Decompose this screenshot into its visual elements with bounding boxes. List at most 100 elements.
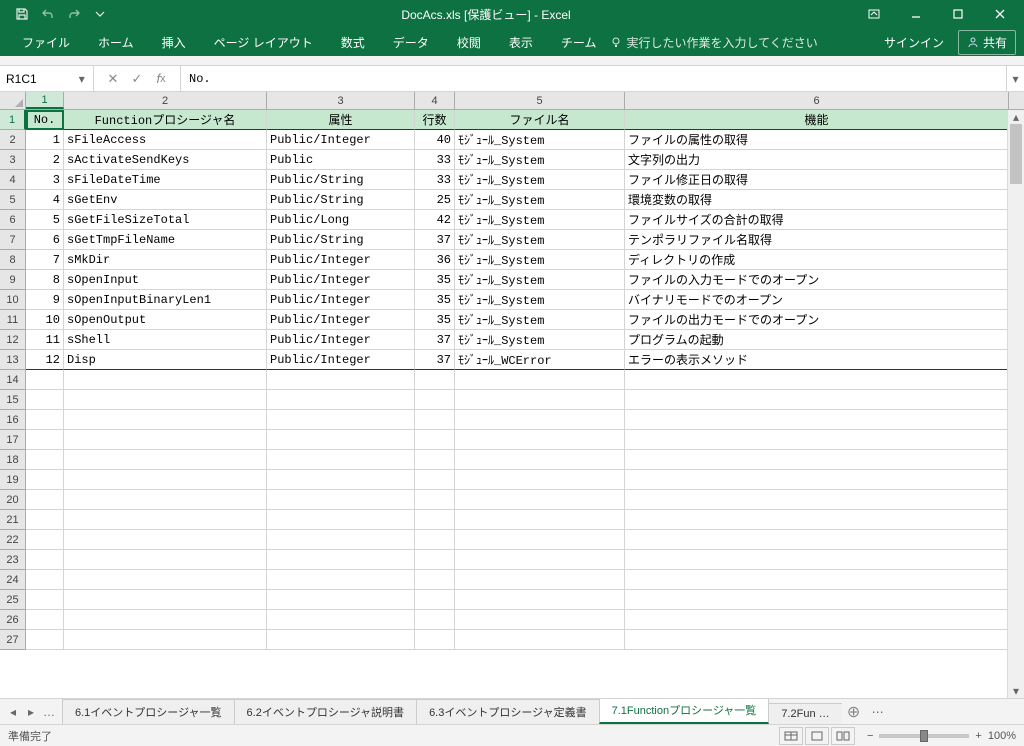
- row-header[interactable]: 7: [0, 230, 26, 250]
- cell[interactable]: [415, 550, 455, 570]
- cell[interactable]: ファイルの属性の取得: [625, 130, 1009, 150]
- cell[interactable]: 3: [26, 170, 64, 190]
- cell[interactable]: [64, 550, 267, 570]
- share-button[interactable]: 共有: [958, 30, 1016, 55]
- tab-nav-more-icon[interactable]: …: [42, 705, 56, 719]
- tab-file[interactable]: ファイル: [8, 28, 84, 56]
- cell[interactable]: [415, 370, 455, 390]
- row-header[interactable]: 21: [0, 510, 26, 530]
- formula-input[interactable]: [189, 72, 998, 86]
- cell[interactable]: [625, 390, 1009, 410]
- cell[interactable]: ファイルの出力モードでのオープン: [625, 310, 1009, 330]
- cell[interactable]: [415, 390, 455, 410]
- cell[interactable]: ﾓｼﾞｭｰﾙ_System: [455, 230, 625, 250]
- sign-in-link[interactable]: サインイン: [884, 34, 944, 51]
- cell[interactable]: [625, 490, 1009, 510]
- cell[interactable]: [267, 570, 415, 590]
- cell[interactable]: [26, 470, 64, 490]
- cell[interactable]: [64, 590, 267, 610]
- cell[interactable]: 42: [415, 210, 455, 230]
- cell[interactable]: [64, 470, 267, 490]
- cell[interactable]: [455, 530, 625, 550]
- cell[interactable]: No.: [26, 110, 64, 130]
- cell[interactable]: [267, 610, 415, 630]
- sheet-tab[interactable]: 6.2イベントプロシージャ説明書: [234, 699, 418, 724]
- cell[interactable]: 37: [415, 350, 455, 370]
- cell[interactable]: [26, 510, 64, 530]
- cell[interactable]: [26, 570, 64, 590]
- cell[interactable]: [455, 430, 625, 450]
- tab-menu-icon[interactable]: ⋯: [866, 699, 890, 724]
- row-header[interactable]: 8: [0, 250, 26, 270]
- scroll-down-icon[interactable]: ▾: [1008, 684, 1024, 698]
- cell[interactable]: [26, 450, 64, 470]
- cell[interactable]: 33: [415, 150, 455, 170]
- cell[interactable]: ファイルサイズの合計の取得: [625, 210, 1009, 230]
- tab-home[interactable]: ホーム: [84, 28, 148, 56]
- expand-formula-bar-icon[interactable]: ▾: [1006, 66, 1024, 91]
- cell[interactable]: [625, 590, 1009, 610]
- row-header[interactable]: 11: [0, 310, 26, 330]
- cell[interactable]: Public/Integer: [267, 270, 415, 290]
- vscroll-thumb[interactable]: [1010, 124, 1022, 184]
- cell[interactable]: Public/Integer: [267, 250, 415, 270]
- row-header[interactable]: 20: [0, 490, 26, 510]
- minimize-icon[interactable]: [896, 0, 936, 28]
- cell[interactable]: 35: [415, 270, 455, 290]
- cell[interactable]: 25: [415, 190, 455, 210]
- cell[interactable]: [26, 530, 64, 550]
- cell[interactable]: ﾓｼﾞｭｰﾙ_System: [455, 170, 625, 190]
- cell[interactable]: 4: [26, 190, 64, 210]
- select-all-corner[interactable]: [0, 92, 26, 109]
- redo-icon[interactable]: [64, 4, 84, 24]
- cell[interactable]: [64, 370, 267, 390]
- close-icon[interactable]: [980, 0, 1020, 28]
- row-header[interactable]: 22: [0, 530, 26, 550]
- cell[interactable]: [415, 610, 455, 630]
- cell[interactable]: [267, 530, 415, 550]
- cell[interactable]: [455, 610, 625, 630]
- cell[interactable]: sFileDateTime: [64, 170, 267, 190]
- cell[interactable]: バイナリモードでのオープン: [625, 290, 1009, 310]
- row-header[interactable]: 27: [0, 630, 26, 650]
- cell[interactable]: [415, 530, 455, 550]
- cell[interactable]: sGetEnv: [64, 190, 267, 210]
- row-header[interactable]: 13: [0, 350, 26, 370]
- cell[interactable]: [64, 490, 267, 510]
- cell[interactable]: Public/Integer: [267, 290, 415, 310]
- row-header[interactable]: 3: [0, 150, 26, 170]
- cell[interactable]: Public: [267, 150, 415, 170]
- cell[interactable]: 40: [415, 130, 455, 150]
- column-header[interactable]: 5: [455, 92, 625, 109]
- new-sheet-button[interactable]: ⊕: [842, 699, 866, 724]
- cell[interactable]: ディレクトリの作成: [625, 250, 1009, 270]
- cell[interactable]: [64, 430, 267, 450]
- cell[interactable]: 37: [415, 330, 455, 350]
- cell[interactable]: sMkDir: [64, 250, 267, 270]
- row-header[interactable]: 10: [0, 290, 26, 310]
- sheet-tab[interactable]: 7.1Functionプロシージャ一覧: [599, 699, 770, 724]
- cell[interactable]: [26, 410, 64, 430]
- grid[interactable]: 123456 1No.Functionプロシージャ名属性行数ファイル名機能21s…: [0, 92, 1024, 698]
- cell[interactable]: 属性: [267, 110, 415, 130]
- cell[interactable]: ﾓｼﾞｭｰﾙ_WCError: [455, 350, 625, 370]
- cell[interactable]: [455, 470, 625, 490]
- cell[interactable]: 7: [26, 250, 64, 270]
- cell[interactable]: [625, 550, 1009, 570]
- cell[interactable]: 36: [415, 250, 455, 270]
- name-box-input[interactable]: [6, 72, 77, 86]
- cell[interactable]: Disp: [64, 350, 267, 370]
- cell[interactable]: [267, 470, 415, 490]
- cell[interactable]: ファイル名: [455, 110, 625, 130]
- cell[interactable]: sActivateSendKeys: [64, 150, 267, 170]
- cell[interactable]: [267, 490, 415, 510]
- cell[interactable]: Public/Integer: [267, 130, 415, 150]
- name-box-dropdown-icon[interactable]: ▾: [77, 72, 87, 86]
- cell[interactable]: [455, 570, 625, 590]
- tab-nav-next-icon[interactable]: ▸: [24, 705, 38, 719]
- cell[interactable]: [625, 410, 1009, 430]
- cell[interactable]: エラーの表示メソッド: [625, 350, 1009, 370]
- cell[interactable]: [64, 630, 267, 650]
- tab-formulas[interactable]: 数式: [327, 28, 379, 56]
- sheet-tab[interactable]: 7.2Fun …: [768, 703, 841, 724]
